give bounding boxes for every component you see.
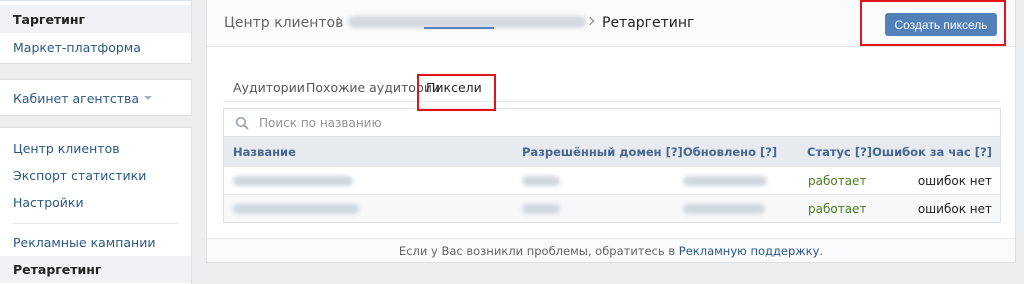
status-badge: работает <box>808 202 867 216</box>
footer-text: Если у Вас возникли проблемы, обратитесь… <box>398 244 679 258</box>
pixel-domain <box>522 204 560 214</box>
status-badge: работает <box>808 174 867 188</box>
tab-audiences[interactable]: Аудитории <box>233 80 305 95</box>
table-row[interactable]: работает ошибок нет <box>224 166 1000 194</box>
pixel-domain <box>522 176 560 186</box>
highlight-create-button <box>860 0 1006 46</box>
sidebar-item-ad-campaigns[interactable]: Рекламные кампании <box>0 229 191 256</box>
sidebar-item-agency-cabinet[interactable]: Кабинет агентства <box>0 80 191 116</box>
breadcrumb-client-center[interactable]: Центр клиентов <box>224 15 343 31</box>
sidebar-item-label: Маркет-платформа <box>13 39 141 55</box>
pixel-name[interactable] <box>233 176 353 186</box>
active-tab-indicator <box>424 27 494 29</box>
column-header-status[interactable]: Статус [?] <box>807 145 872 159</box>
column-header-errors[interactable]: Ошибок за час [?] <box>872 145 992 159</box>
sidebar-group-main: Центр клиентов Экспорт статистики Настро… <box>0 127 192 284</box>
sidebar-item-label: Ретаргетинг <box>13 262 102 277</box>
pixel-name[interactable] <box>233 204 359 214</box>
pixels-table: Название Разрешённый домен [?] Обновлено… <box>223 136 1001 223</box>
sidebar-item-label: Кабинет агентства <box>13 90 140 106</box>
sidebar-group-targeting: Таргетинг Маркет-платформа <box>0 0 192 64</box>
column-header-domain[interactable]: Разрешённый домен [?] <box>522 145 683 159</box>
sidebar-item-export-stats[interactable]: Экспорт статистики <box>0 162 191 189</box>
table-header: Название Разрешённый домен [?] Обновлено… <box>224 137 1000 166</box>
table-row[interactable]: работает ошибок нет <box>224 194 1000 222</box>
tabs-divider <box>223 101 1001 102</box>
pixel-updated <box>683 204 765 214</box>
highlight-pixels-tab <box>417 74 496 111</box>
sidebar-item-settings[interactable]: Настройки <box>0 189 191 216</box>
errors-value: ошибок нет <box>917 174 992 188</box>
errors-value: ошибок нет <box>917 202 992 216</box>
sidebar-item-label: Таргетинг <box>13 11 86 27</box>
chevron-down-icon <box>144 96 153 100</box>
search-bar <box>223 108 1001 136</box>
search-icon <box>235 116 249 129</box>
sidebar-item-label: Центр клиентов <box>13 141 120 156</box>
sidebar-divider <box>13 223 178 224</box>
pixel-updated <box>683 176 767 186</box>
sidebar-item-label: Экспорт статистики <box>13 168 147 183</box>
footer-end: . <box>819 244 824 258</box>
search-input[interactable] <box>259 115 959 130</box>
sidebar-item-label: Рекламные кампании <box>13 235 156 250</box>
page-title: Ретаргетинг <box>602 15 695 31</box>
column-header-name[interactable]: Название <box>233 145 296 159</box>
chevron-right-icon <box>585 16 595 26</box>
sidebar-item-label: Настройки <box>13 195 84 210</box>
support-footer: Если у Вас возникли проблемы, обратитесь… <box>207 238 1015 262</box>
sidebar-item-market-platform[interactable]: Маркет-платформа <box>0 33 191 61</box>
column-header-updated[interactable]: Обновлено [?] <box>683 145 777 159</box>
sidebar-item-retargeting[interactable]: Ретаргетинг <box>0 256 191 283</box>
sidebar-group-agency: Кабинет агентства <box>0 79 192 116</box>
support-link[interactable]: Рекламную поддержку <box>679 244 820 258</box>
sidebar-item-client-center[interactable]: Центр клиентов <box>0 135 191 162</box>
sidebar-item-targeting[interactable]: Таргетинг <box>0 5 191 33</box>
